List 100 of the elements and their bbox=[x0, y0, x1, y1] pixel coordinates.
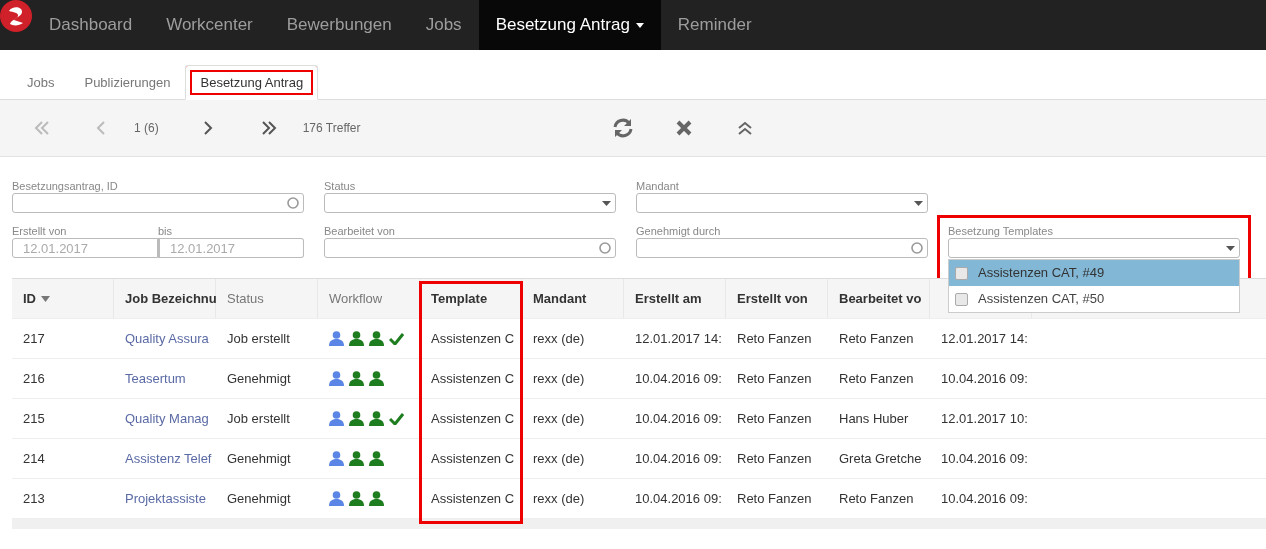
checkbox[interactable] bbox=[955, 292, 968, 306]
field-label: bis bbox=[158, 224, 174, 238]
table-cell-text: rexx (de) bbox=[533, 369, 585, 388]
table-cell-text: rexx (de) bbox=[533, 449, 585, 468]
table-cell-text: Reto Fanzen bbox=[737, 369, 812, 388]
table-cell-text: Hans Huber bbox=[839, 409, 909, 428]
column-header[interactable]: Bearbeitet vo bbox=[828, 279, 930, 318]
double-chevron-right-icon bbox=[260, 121, 277, 135]
table-cell-text: Reto Fanzen bbox=[839, 369, 914, 388]
caret-icon bbox=[914, 200, 923, 206]
table-cell-text: rexx (de) bbox=[533, 409, 585, 428]
job-link[interactable]: Assistenz Telef bbox=[125, 448, 212, 469]
column-header[interactable]: Mandant bbox=[522, 279, 624, 318]
check-icon bbox=[389, 332, 404, 345]
nav-item[interactable]: Reminder bbox=[660, 0, 769, 50]
search-icon bbox=[599, 242, 611, 254]
table-cell-text: Reto Fanzen bbox=[737, 409, 812, 428]
column-header[interactable]: Template bbox=[420, 279, 522, 318]
dropdown-option[interactable]: Assistenzen CAT, #49 bbox=[949, 260, 1239, 286]
check-icon bbox=[389, 412, 404, 425]
logo-icon bbox=[0, 0, 32, 32]
field-label: Erstellt von bbox=[12, 224, 68, 238]
table-cell-text: Assistenzen C bbox=[431, 489, 515, 508]
table-cell-text: 10.04.2016 09: bbox=[941, 449, 1028, 468]
table-cell-text: Genehmigt bbox=[227, 369, 291, 388]
caret-icon bbox=[635, 23, 644, 28]
input-field[interactable] bbox=[324, 193, 616, 213]
table-cell-text: 12.01.2017 14: bbox=[635, 329, 722, 348]
column-header[interactable]: Erstellt von bbox=[726, 279, 828, 318]
result-count: 176 Treffer bbox=[302, 120, 361, 137]
table-cell-text: 10.04.2016 09: bbox=[941, 369, 1028, 388]
table-cell-text: Reto Fanzen bbox=[737, 489, 812, 508]
field-label: Genehmigt durch bbox=[636, 224, 722, 238]
table-cell-text: 10.04.2016 09: bbox=[635, 369, 722, 388]
column-header[interactable]: Job Bezeichnu bbox=[114, 279, 216, 318]
table-cell-text: 12.01.2017 10: bbox=[941, 409, 1028, 428]
field-label: Bearbeitet von bbox=[324, 224, 396, 238]
table-cell-text: Reto Fanzen bbox=[737, 449, 812, 468]
field-label: Besetzungsantrag, ID bbox=[12, 179, 119, 193]
input-field[interactable] bbox=[948, 238, 1240, 258]
table-cell-text: 216 bbox=[23, 369, 45, 388]
table-cell-text: Assistenzen C bbox=[431, 369, 515, 388]
input-field[interactable] bbox=[636, 193, 928, 213]
double-chevron-left-icon bbox=[34, 121, 50, 135]
table-cell-text: 215 bbox=[23, 409, 45, 428]
double-chevron-up-icon bbox=[737, 121, 752, 135]
refresh-icon bbox=[611, 118, 634, 138]
nav-item[interactable]: Jobs bbox=[408, 0, 479, 50]
date-field[interactable]: 12.01.2017 bbox=[12, 238, 158, 258]
table-cell-text: Job erstellt bbox=[227, 329, 290, 348]
tab[interactable]: Besetzung Antrag bbox=[185, 65, 319, 100]
table-cell-text: Assistenzen C bbox=[431, 329, 515, 348]
job-link[interactable]: Quality Manag bbox=[125, 408, 209, 429]
chevron-left-icon bbox=[95, 121, 105, 135]
table-cell-text: Reto Fanzen bbox=[737, 329, 812, 348]
job-link[interactable]: Teasertum bbox=[125, 368, 186, 389]
column-header[interactable]: Workflow bbox=[318, 279, 420, 318]
field-label: Mandant bbox=[636, 179, 680, 193]
field-label: Status bbox=[324, 179, 357, 193]
page-indicator: 1 (6) bbox=[134, 120, 159, 137]
option-label: Assistenzen CAT, #49 bbox=[978, 264, 1105, 283]
input-field[interactable] bbox=[324, 238, 616, 258]
caret-icon bbox=[1226, 245, 1235, 251]
table-cell-text: Job erstellt bbox=[227, 409, 290, 428]
column-header[interactable]: Erstellt am bbox=[624, 279, 726, 318]
table-cell-text: 12.01.2017 14: bbox=[941, 329, 1028, 348]
table-cell-text: rexx (de) bbox=[533, 329, 585, 348]
table-cell-text: Assistenzen C bbox=[431, 449, 515, 468]
table-cell-text: 10.04.2016 09: bbox=[635, 489, 722, 508]
table-cell-text: Greta Gretche bbox=[839, 449, 922, 468]
nav-item[interactable]: Bewerbungen bbox=[269, 0, 409, 50]
table-cell-text: Assistenzen C bbox=[431, 409, 515, 428]
job-link[interactable]: Quality Assura bbox=[125, 328, 209, 349]
nav-item[interactable]: Besetzung Antrag bbox=[478, 0, 661, 50]
table-cell-text: Genehmigt bbox=[227, 489, 291, 508]
table-cell-text: 214 bbox=[23, 449, 45, 468]
table-cell-text: 10.04.2016 09: bbox=[941, 489, 1028, 508]
job-link[interactable]: Projektassiste bbox=[125, 488, 206, 509]
table-cell-text: rexx (de) bbox=[533, 489, 585, 508]
table-cell-text: 10.04.2016 09: bbox=[635, 449, 722, 468]
tab[interactable]: Jobs bbox=[12, 65, 70, 100]
input-field[interactable] bbox=[12, 193, 304, 213]
nav-item[interactable]: Workcenter bbox=[149, 0, 270, 50]
table-cell-text: Reto Fanzen bbox=[839, 329, 914, 348]
chevron-right-icon bbox=[204, 121, 214, 135]
option-label: Assistenzen CAT, #50 bbox=[978, 290, 1105, 309]
table-cell-text: Reto Fanzen bbox=[839, 489, 914, 508]
column-header[interactable]: Status bbox=[216, 279, 318, 318]
date-field[interactable]: 12.01.2017 bbox=[158, 238, 304, 258]
table-cell-text: Genehmigt bbox=[227, 449, 291, 468]
table-cell-text: 213 bbox=[23, 489, 45, 508]
input-field[interactable] bbox=[636, 238, 928, 258]
nav-item[interactable]: Dashboard bbox=[32, 0, 150, 50]
field-label: Besetzung Templates bbox=[948, 224, 1054, 238]
close-icon bbox=[675, 120, 692, 136]
search-icon bbox=[911, 242, 923, 254]
tab[interactable]: Publizierungen bbox=[69, 65, 186, 100]
column-header[interactable]: ID bbox=[12, 279, 114, 318]
checkbox[interactable] bbox=[955, 266, 968, 280]
table-cell-text: 217 bbox=[23, 329, 45, 348]
